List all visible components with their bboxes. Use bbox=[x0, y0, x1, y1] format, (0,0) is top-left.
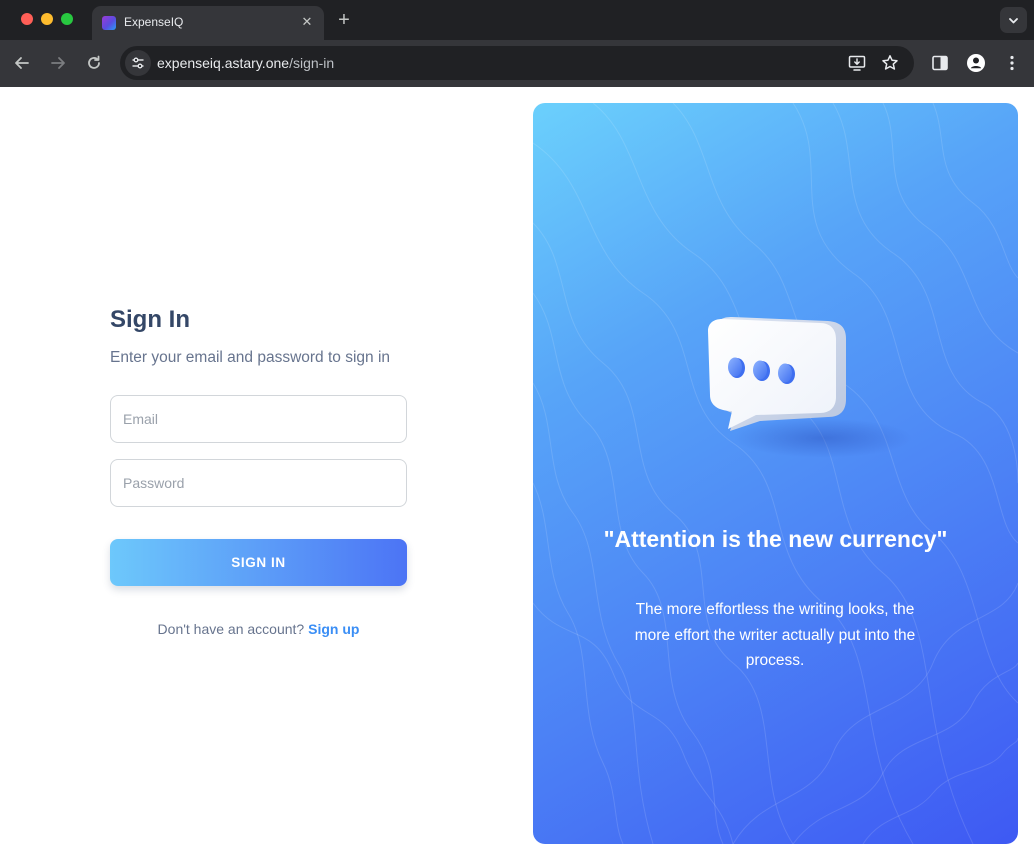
browser-tab[interactable]: ExpenseIQ ✕ bbox=[92, 6, 324, 40]
signin-subtitle: Enter your email and password to sign in bbox=[110, 349, 391, 366]
sign-in-button[interactable]: SIGN IN bbox=[110, 539, 407, 586]
email-field[interactable] bbox=[110, 395, 407, 443]
side-panel-button[interactable] bbox=[930, 53, 950, 73]
email-input[interactable] bbox=[111, 396, 406, 442]
maximize-window-button[interactable] bbox=[61, 13, 73, 25]
reload-button[interactable] bbox=[83, 52, 105, 74]
minimize-window-button[interactable] bbox=[41, 13, 53, 25]
close-window-button[interactable] bbox=[21, 13, 33, 25]
forward-button[interactable] bbox=[47, 52, 69, 74]
chat-bubble-icon bbox=[708, 317, 846, 431]
promo-panel: "Attention is the new currency" The more… bbox=[533, 103, 1018, 844]
signup-prompt: Don't have an account? Sign up bbox=[110, 620, 407, 638]
profile-icon bbox=[967, 54, 985, 72]
bookmark-button[interactable] bbox=[881, 54, 899, 72]
browser-toolbar: expenseiq.astary.one/sign-in bbox=[0, 40, 1034, 87]
new-tab-button[interactable]: + bbox=[334, 8, 354, 32]
password-field[interactable] bbox=[110, 459, 407, 507]
tab-close-icon[interactable]: ✕ bbox=[298, 13, 316, 31]
page-content: Sign In Enter your email and password to… bbox=[0, 87, 1034, 860]
site-info-button[interactable] bbox=[125, 50, 151, 76]
browser-menu-button[interactable] bbox=[1002, 53, 1022, 73]
password-input[interactable] bbox=[111, 460, 406, 506]
url-host: expenseiq.astary.one bbox=[157, 55, 290, 71]
star-icon bbox=[882, 55, 898, 70]
url-text[interactable]: expenseiq.astary.one/sign-in bbox=[157, 55, 334, 71]
topographic-lines-background bbox=[533, 103, 1018, 844]
arrow-left-icon bbox=[15, 57, 29, 69]
no-account-text: Don't have an account? bbox=[157, 621, 305, 637]
page-title: Sign In bbox=[110, 306, 190, 333]
promo-quote: "Attention is the new currency" bbox=[603, 526, 948, 552]
tab-title: ExpenseIQ bbox=[124, 15, 184, 29]
tab-search-button[interactable] bbox=[1000, 7, 1027, 33]
install-app-icon bbox=[848, 55, 866, 71]
url-path: /sign-in bbox=[289, 55, 335, 71]
promo-description: The more effortless the writing looks, t… bbox=[634, 601, 916, 669]
reload-icon bbox=[88, 55, 100, 69]
install-app-button[interactable] bbox=[848, 54, 866, 72]
arrow-right-icon bbox=[51, 57, 65, 69]
profile-button[interactable] bbox=[966, 53, 986, 73]
kebab-menu-icon bbox=[1010, 55, 1014, 71]
back-button[interactable] bbox=[11, 52, 33, 74]
chevron-down-icon bbox=[1009, 18, 1018, 24]
sign-up-link[interactable]: Sign up bbox=[308, 621, 359, 637]
favicon-icon bbox=[102, 16, 116, 30]
side-panel-icon bbox=[932, 55, 948, 71]
address-bar[interactable]: expenseiq.astary.one/sign-in bbox=[120, 46, 914, 80]
browser-titlebar: ExpenseIQ ✕ + bbox=[0, 0, 1034, 40]
tune-icon bbox=[132, 57, 144, 69]
